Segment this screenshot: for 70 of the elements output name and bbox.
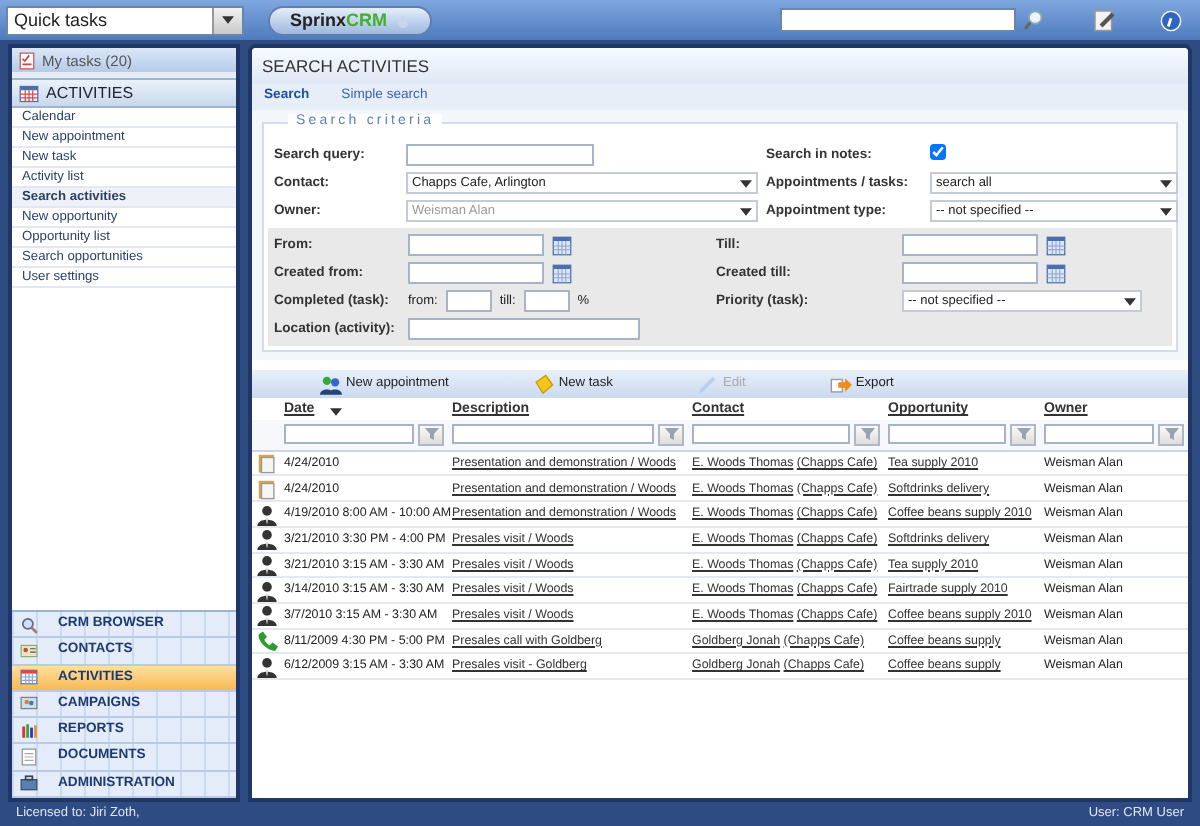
caret-icon [740, 179, 752, 188]
filter-icon [1015, 426, 1031, 443]
filter-field[interactable] [692, 424, 850, 445]
date-field[interactable] [408, 262, 544, 285]
person-icon [256, 655, 278, 678]
filter-button[interactable] [658, 423, 684, 446]
people-icon [320, 373, 342, 396]
filter-field[interactable] [452, 424, 654, 445]
clipboard-icon [256, 477, 278, 500]
text-field[interactable] [406, 144, 594, 167]
checkbox[interactable] [930, 144, 946, 160]
percent-field[interactable] [445, 290, 492, 313]
calendar-icon [18, 83, 40, 103]
calendar-button[interactable] [1046, 235, 1066, 256]
phone-icon [256, 629, 278, 652]
briefcase-icon [20, 774, 38, 793]
filter-field[interactable] [284, 424, 414, 445]
pencil-icon [696, 373, 719, 396]
page-title: SEARCH ACTIVITIES [252, 48, 1188, 84]
caret-icon [222, 16, 234, 24]
section-title: ACTIVITIES [46, 83, 134, 103]
calendar-icon [552, 263, 572, 284]
filter-button[interactable] [418, 423, 444, 446]
person-icon [256, 604, 278, 627]
logo: SprinxCRM [268, 5, 432, 35]
person-icon [256, 579, 278, 602]
caret-icon [1160, 179, 1172, 188]
caret-icon [1124, 297, 1136, 306]
person-icon [256, 553, 278, 576]
notepad-button[interactable] [1092, 8, 1116, 32]
date-field[interactable] [902, 262, 1038, 285]
filter-field[interactable] [1044, 424, 1154, 445]
caret-icon [740, 207, 752, 216]
calendar-button[interactable] [552, 263, 572, 284]
people-icon [20, 694, 38, 713]
dropdown-button[interactable] [212, 7, 242, 33]
caret-icon [1160, 207, 1172, 216]
filter-icon [423, 426, 439, 443]
notepad-icon [1092, 8, 1116, 32]
calendar-icon [552, 235, 572, 256]
filter-button[interactable] [1010, 423, 1036, 446]
export-icon [829, 373, 852, 396]
task-list-icon [18, 51, 36, 69]
filter-icon [663, 426, 679, 443]
contact-card-icon [20, 641, 38, 660]
person-icon [256, 528, 278, 551]
filter-button[interactable] [854, 423, 880, 446]
percent-field[interactable] [523, 290, 570, 313]
search-icon [20, 615, 38, 634]
filter-button[interactable] [1158, 423, 1184, 446]
search-icon [1024, 10, 1044, 30]
calendar-icon [1046, 263, 1066, 284]
date-field[interactable] [902, 234, 1038, 257]
bar-chart-icon [20, 721, 38, 740]
calendar-button[interactable] [552, 235, 572, 256]
document-icon [20, 748, 38, 767]
date-field[interactable] [408, 234, 544, 257]
filter-icon [1163, 426, 1179, 443]
help-button[interactable] [1160, 9, 1182, 31]
text-field[interactable] [408, 318, 640, 341]
filter-field[interactable] [888, 424, 1006, 445]
search-field[interactable] [780, 8, 1016, 32]
dropdown[interactable]: Quick tasks [6, 5, 244, 35]
person-icon [256, 503, 278, 525]
filter-icon [859, 426, 875, 443]
calendar-icon [20, 668, 38, 687]
help-icon [1160, 9, 1182, 31]
search-button[interactable] [1024, 10, 1044, 30]
calendar-button[interactable] [1046, 263, 1066, 284]
calendar-icon [1046, 235, 1066, 256]
